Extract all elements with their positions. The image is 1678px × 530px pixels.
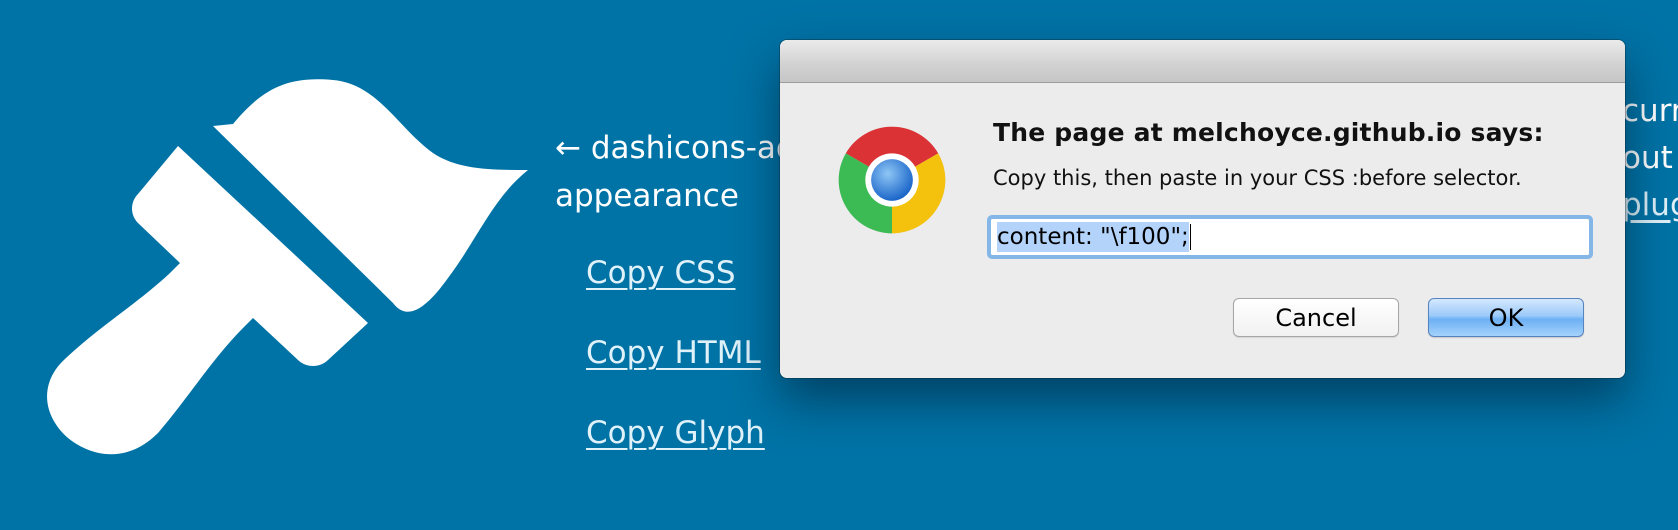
- dialog-titlebar[interactable]: [780, 40, 1625, 83]
- prompt-input-value: content: "\f100";: [997, 222, 1189, 252]
- text-caret: [1189, 224, 1191, 250]
- copy-css-link[interactable]: Copy CSS: [586, 255, 736, 291]
- alert-dialog: The page at melchoyce.github.io says: Co…: [780, 40, 1625, 378]
- copy-html-link[interactable]: Copy HTML: [586, 335, 761, 371]
- dialog-message: Copy this, then paste in your CSS :befor…: [993, 166, 1522, 190]
- chrome-logo-icon: [838, 126, 946, 234]
- ok-button[interactable]: OK: [1428, 298, 1584, 337]
- paintbrush-icon: [47, 79, 528, 455]
- right-link-fragment[interactable]: plug: [1622, 181, 1678, 229]
- right-text-fragment-2: out: [1622, 140, 1673, 176]
- dialog-heading: The page at melchoyce.github.io says:: [993, 118, 1544, 147]
- right-text-fragment-1: curr: [1622, 93, 1678, 129]
- copy-glyph-link[interactable]: Copy Glyph: [586, 415, 765, 451]
- prompt-input[interactable]: content: "\f100";: [987, 215, 1593, 259]
- cancel-button[interactable]: Cancel: [1233, 298, 1399, 337]
